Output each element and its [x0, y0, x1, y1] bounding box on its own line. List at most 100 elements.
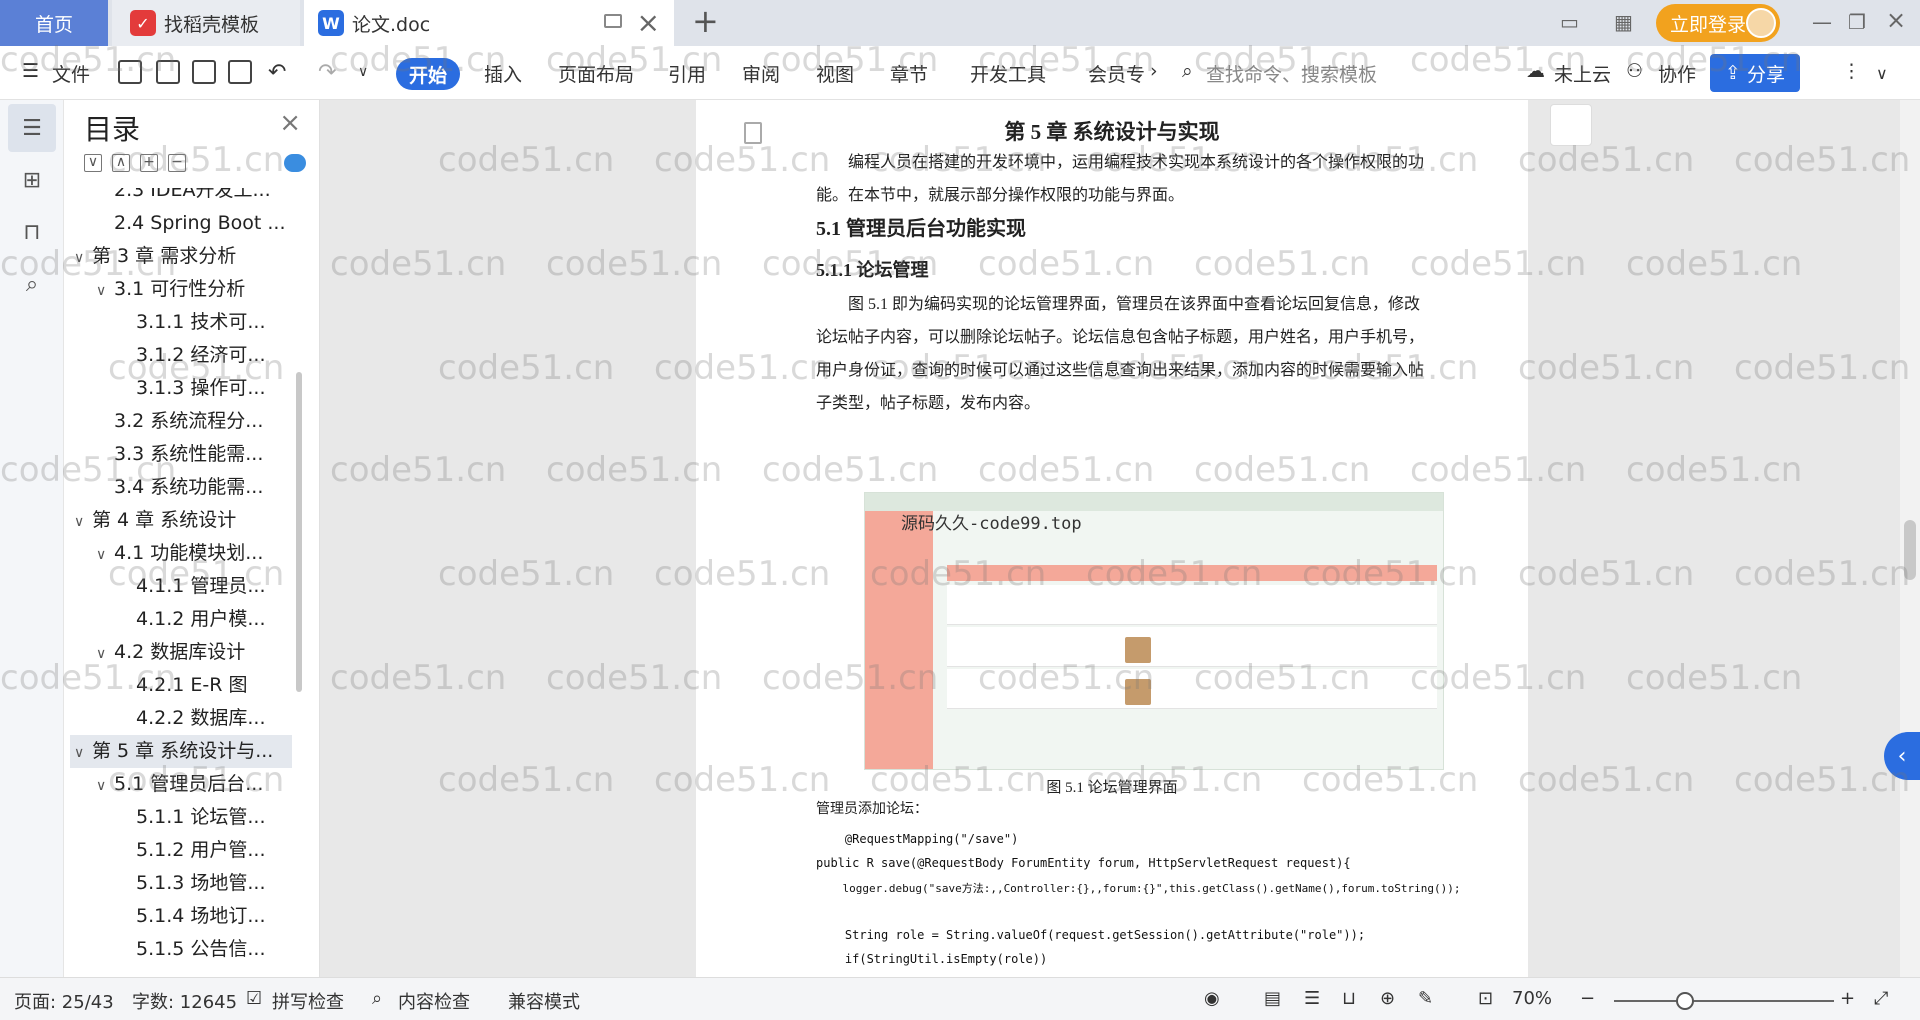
page-indicator[interactable]: 页面: 25/43	[14, 988, 114, 1014]
tab-chapter[interactable]: 章节	[890, 60, 928, 87]
print-icon[interactable]	[192, 60, 216, 84]
zoom-in-icon[interactable]: +	[1840, 988, 1855, 1009]
toc-item[interactable]: 3.1.1 技术可...	[70, 306, 292, 339]
toc-item[interactable]: 3.1.2 经济可...	[70, 339, 292, 372]
read-view-icon[interactable]: ⊔	[1342, 988, 1356, 1009]
toc-item[interactable]: 4.2.2 数据库...	[70, 702, 292, 735]
export-icon[interactable]	[156, 60, 180, 84]
toc-caret-icon[interactable]: ∨	[74, 506, 92, 537]
toc-item[interactable]: 4.1.2 用户模...	[70, 603, 292, 636]
toc-item[interactable]: 3.3 系统性能需...	[70, 438, 292, 471]
ribbon-next-icon[interactable]: ›	[1150, 60, 1158, 82]
figure-table-row	[947, 669, 1437, 709]
toc-caret-icon[interactable]: ∨	[74, 242, 92, 273]
toc-item[interactable]: 3.1.3 操作可...	[70, 372, 292, 405]
toc-item[interactable]: ∨ 第 4 章 系统设计	[70, 504, 292, 537]
share-button[interactable]: ⇪ 分享	[1710, 54, 1800, 92]
zoom-out-icon[interactable]: −	[1580, 988, 1595, 1009]
zoom-level[interactable]: 70%	[1512, 988, 1552, 1009]
bookmark-icon[interactable]: ⊓	[18, 220, 46, 248]
add-heading-icon[interactable]: +	[140, 154, 158, 172]
menu-icon[interactable]: ☰	[22, 60, 39, 82]
grid-icon[interactable]: ▦	[1614, 10, 1633, 34]
toc-item[interactable]: 2.4 Spring Boot ...	[70, 207, 292, 240]
tab-template[interactable]: ✓ 找稻壳模板	[112, 0, 300, 46]
toc-item[interactable]: 4.2.1 E-R 图	[70, 669, 292, 702]
toc-item[interactable]: 2.3 IDEA开发工...	[70, 188, 292, 207]
close-icon[interactable]: ×	[279, 108, 301, 138]
undo-icon[interactable]: ↶	[268, 60, 286, 85]
word-count[interactable]: 字数: 12645	[132, 988, 237, 1014]
toc-item[interactable]: ∨ 5.1 管理员后台...	[70, 768, 292, 801]
content-check-button[interactable]: 内容检查	[398, 988, 470, 1014]
collapse-ribbon-icon[interactable]: ∨	[1876, 64, 1888, 83]
web-view-icon[interactable]: ⊕	[1380, 988, 1395, 1009]
minimize-icon[interactable]: —	[1812, 10, 1832, 34]
toc-caret-icon[interactable]: ∨	[96, 638, 114, 669]
page-view-icon[interactable]: ▤	[1264, 988, 1281, 1009]
toc-item[interactable]: 3.2 系统流程分...	[70, 405, 292, 438]
tab-home[interactable]: 首页	[0, 0, 108, 46]
outline-view-icon[interactable]: ☰	[1304, 988, 1320, 1009]
toc-item[interactable]: 5.1.3 场地管...	[70, 867, 292, 900]
find-icon[interactable]: ⌕	[18, 272, 46, 300]
command-search-input[interactable]: 查找命令、搜索模板	[1206, 60, 1377, 87]
toc-item[interactable]: ∨ 第 3 章 需求分析	[70, 240, 292, 273]
close-window-icon[interactable]: ×	[1886, 6, 1906, 34]
scroll-thumb[interactable]	[1904, 520, 1916, 580]
toc-caret-icon[interactable]: ∨	[96, 275, 114, 306]
toc-item[interactable]: 5.1.1 论坛管...	[70, 801, 292, 834]
fit-page-icon[interactable]: ⊡	[1478, 988, 1493, 1009]
more-options-icon[interactable]: ⋮	[1842, 60, 1861, 82]
collab-button[interactable]: 协作	[1658, 60, 1696, 87]
toc-caret-icon[interactable]: ∨	[96, 770, 114, 801]
close-tab-icon[interactable]: ×	[637, 6, 660, 39]
toc-caret-icon[interactable]: ∨	[74, 737, 92, 768]
toc-caret-icon[interactable]: ∨	[96, 539, 114, 570]
preview-icon[interactable]	[228, 60, 252, 84]
spellcheck-button[interactable]: 拼写检查	[272, 988, 344, 1014]
ai-assist-icon[interactable]	[284, 154, 306, 172]
toc-item[interactable]: 5.1.4 场地订...	[70, 900, 292, 933]
login-button[interactable]: 立即登录	[1656, 4, 1780, 42]
toc-scrollbar[interactable]	[296, 372, 302, 692]
collapse-all-icon[interactable]: ∨	[84, 154, 102, 172]
fullscreen-icon[interactable]: ⤢	[1874, 988, 1888, 1009]
zoom-slider-knob[interactable]	[1676, 992, 1694, 1010]
toc-item[interactable]: ∨ 第 5 章 系统设计与...	[70, 735, 292, 768]
redo-icon[interactable]: ↷	[318, 60, 336, 85]
tab-review[interactable]: 审阅	[742, 60, 780, 87]
cloud-status[interactable]: 未上云	[1554, 60, 1611, 87]
toc-item[interactable]: ∨ 4.1 功能模块划...	[70, 537, 292, 570]
toc-item[interactable]: 3.4 系统功能需...	[70, 471, 292, 504]
toc-item[interactable]: ∨ 4.2 数据库设计	[70, 636, 292, 669]
tab-view[interactable]: 视图	[816, 60, 854, 87]
toc-panel-icon[interactable]: ☰	[18, 116, 46, 144]
tab-developer[interactable]: 开发工具	[970, 60, 1046, 87]
expand-up-icon[interactable]: ∧	[112, 154, 130, 172]
write-view-icon[interactable]: ✎	[1418, 988, 1433, 1009]
restore-icon[interactable]: ❐	[1848, 10, 1866, 34]
toc-item[interactable]: ∨ 3.1 可行性分析	[70, 273, 292, 306]
toc-item[interactable]: 5.1.5 公告信...	[70, 933, 292, 966]
tab-start[interactable]: 开始	[396, 58, 460, 90]
filter-icon[interactable]	[1550, 104, 1592, 146]
zoom-slider[interactable]	[1614, 1000, 1834, 1002]
tab-document[interactable]: W 论文.doc ×	[304, 0, 674, 46]
screen-icon[interactable]	[604, 14, 622, 28]
layout-icon[interactable]: ▭	[1560, 10, 1579, 34]
more-dropdown-icon[interactable]: ∨	[358, 64, 368, 80]
tab-member[interactable]: 会员专	[1088, 60, 1145, 87]
tab-reference[interactable]: 引用	[668, 60, 706, 87]
toc-item[interactable]: 5.1.2 用户管...	[70, 834, 292, 867]
file-menu[interactable]: 文件	[52, 60, 90, 87]
avatar	[1746, 8, 1776, 38]
tab-layout[interactable]: 页面布局	[558, 60, 634, 87]
eye-protection-icon[interactable]: ◉	[1204, 988, 1220, 1009]
save-icon[interactable]	[118, 60, 142, 84]
tab-insert[interactable]: 插入	[484, 60, 522, 87]
new-tab-icon[interactable]: +	[692, 2, 719, 40]
toc-item[interactable]: 4.1.1 管理员...	[70, 570, 292, 603]
outline-icon[interactable]: ⊞	[18, 168, 46, 196]
remove-heading-icon[interactable]: −	[168, 154, 186, 172]
